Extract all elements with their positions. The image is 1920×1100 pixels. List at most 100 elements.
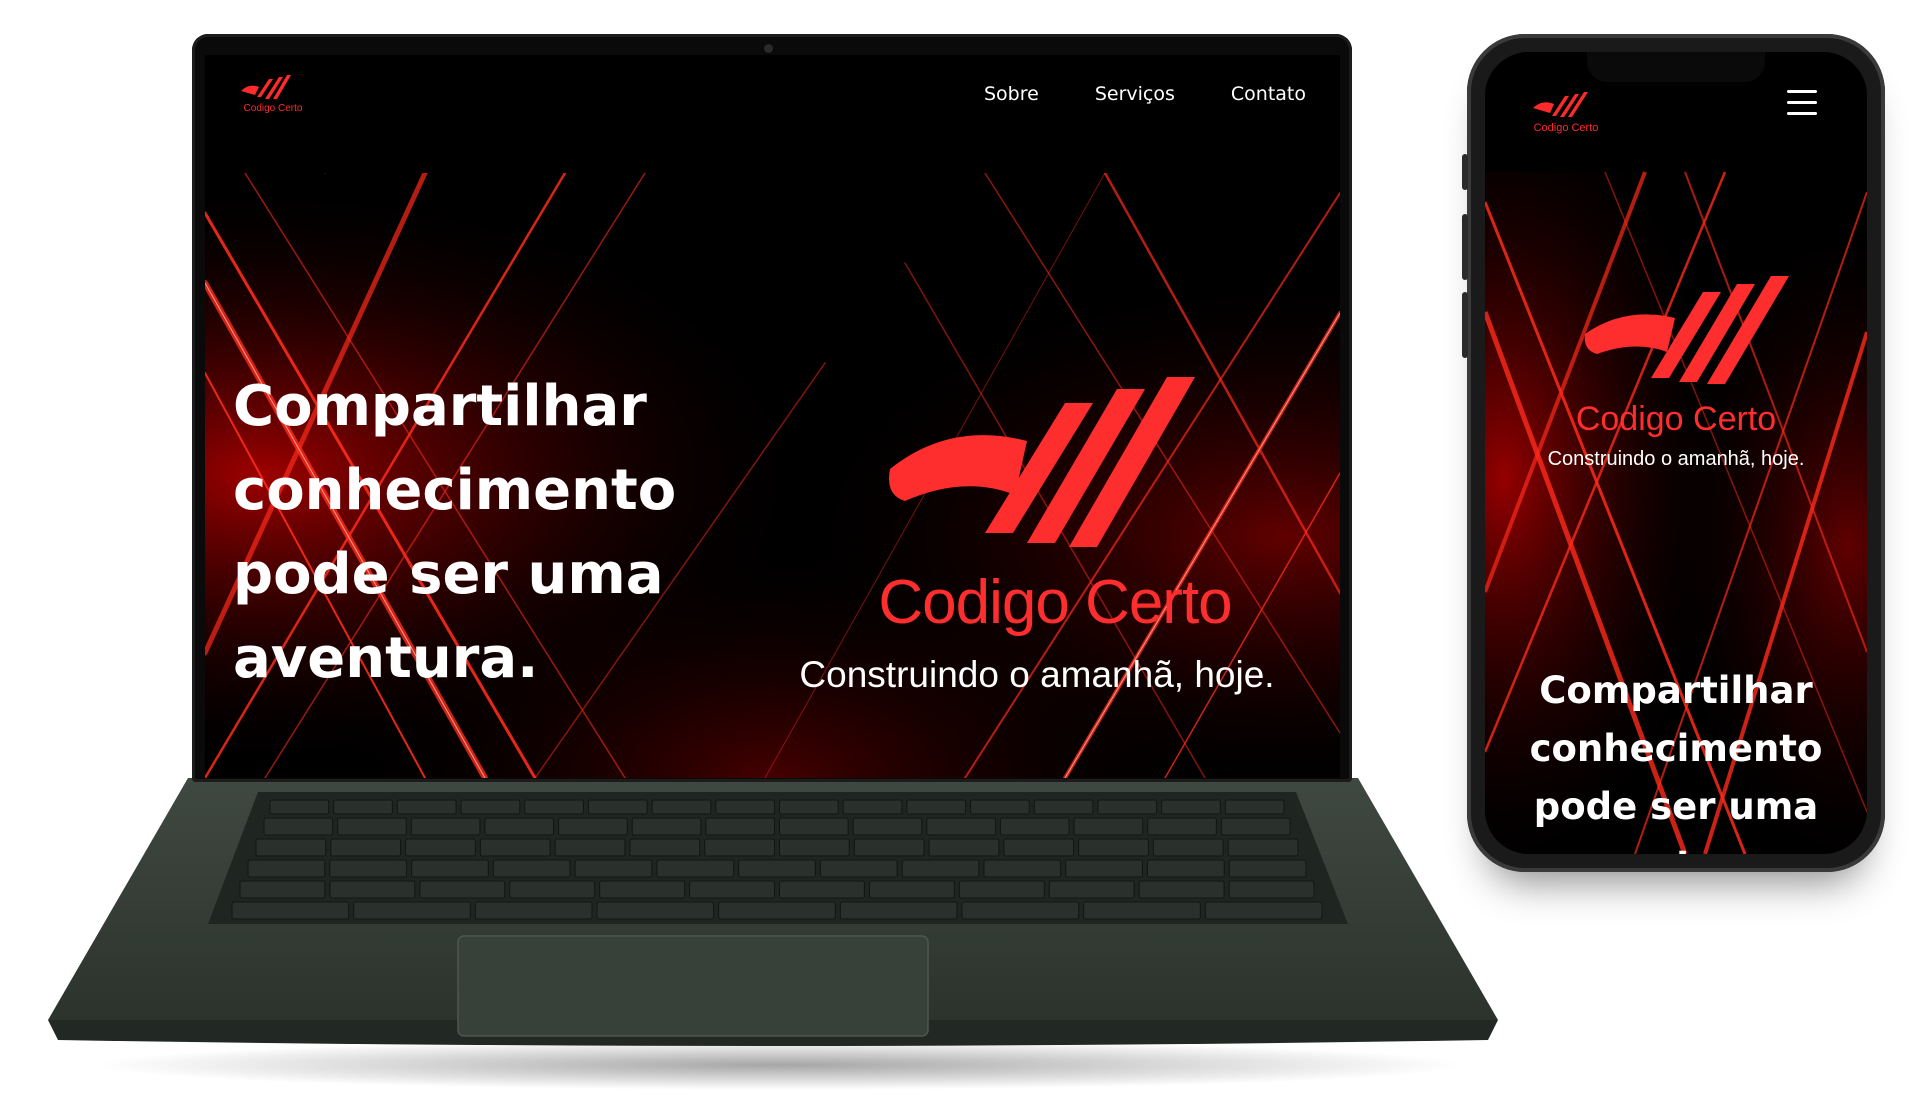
keyboard-key [970,799,1030,815]
keyboard-key [842,799,903,815]
keyboard-key [779,880,865,899]
hero-section: Compartilhar conhecimento pode ser uma a… [205,173,1340,778]
keyboard-key [247,859,326,878]
keyboard-key [1097,799,1158,815]
keyboard-key [492,859,571,878]
keyboard-key [587,799,648,815]
phone-volume-down [1462,292,1468,358]
keyboard-key [704,838,776,857]
site-header: Codigo Certo Sobre Serviços Contato [205,55,1340,173]
keyboard-key [852,817,923,836]
mobile-header-logo[interactable]: Codigo Certo [1525,84,1605,144]
hero-logo-tagline: Construindo o amanhã, hoje. [799,654,1275,695]
keyboard-key [983,859,1062,878]
keyboard-key [1152,838,1224,857]
keyboard-key [474,901,593,920]
keyboard-key [1073,817,1144,836]
nav-contato[interactable]: Contato [1231,83,1306,105]
mobile-hero-logo: Codigo Certo Construindo o amanhã, hoje. [1485,262,1867,492]
keyboard-key [330,838,402,857]
keyboard-key [239,880,326,899]
headline-line: conhecimento [233,458,677,523]
keyboard-key [1083,901,1201,920]
keyboard-key [999,817,1070,836]
header-logo[interactable]: Codigo Certo [235,69,305,121]
keyboard-key [524,799,584,815]
hero-headline: Compartilhar conhecimento pode ser uma a… [233,365,733,701]
keyboard-key [656,859,735,878]
keyboard-key [509,880,596,899]
keyboard-key [1065,859,1143,878]
trackpad[interactable] [457,935,929,1037]
keyboard-key [928,838,1000,857]
keyboard-key [337,817,407,836]
mobile-header-logo-text: Codigo Certo [1533,122,1599,134]
keyboard-key [479,838,551,857]
keyboard-key [906,799,967,815]
main-navigation: Sobre Serviços Contato [984,83,1306,105]
phone-device: Codigo Certo Codigo Certo Construindo o … [1462,34,1885,872]
keyboard-key [738,859,816,878]
keyboard-key [1033,799,1094,815]
keyboard-key [329,859,408,878]
keyboard-key [231,901,350,920]
keyboard-key [263,817,334,836]
keyboard-key [853,838,925,857]
keyboard-key [1078,838,1149,857]
header-logo-text: Codigo Certo [243,103,303,114]
headline-line: conhecimento [1529,727,1823,770]
logo-mark-icon [1533,92,1588,117]
phone-mute-switch [1462,154,1468,190]
hamburger-menu-icon[interactable] [1787,90,1817,116]
headline-line: aventura. [233,626,539,691]
nav-servicos[interactable]: Serviços [1095,83,1175,105]
mobile-website-viewport: Codigo Certo Codigo Certo Construindo o … [1485,52,1867,854]
keyboard-key [779,799,839,815]
keyboard-key [269,799,330,815]
keyboard-key [1003,838,1075,857]
keyboard-key [651,799,712,815]
keyboard-key [411,859,489,878]
keyboard-key [819,859,898,878]
headline-line: pode ser uma [1533,785,1819,828]
keyboard-key [1147,817,1217,836]
mobile-hero-headline: Compartilhar conhecimento pode ser uma a… [1485,662,1867,854]
keyboard-key [405,838,476,857]
keyboard-key [329,880,416,899]
logo-mark-icon [1584,276,1789,384]
hero-logo-title: Codigo Certo [878,568,1232,637]
mobile-hero-logo-title: Codigo Certo [1575,400,1777,438]
keyboard-key [353,901,471,920]
keyboard-key [868,880,955,899]
keyboard-key [1220,817,1291,836]
keyboard-key [631,817,702,836]
keyboard-key [901,859,980,878]
keyboard-key [419,880,506,899]
keyboard-key [558,817,628,836]
hero-logo: Codigo Certo Construindo o amanhã, hoje. [765,323,1325,703]
keyboard-key [705,817,775,836]
desktop-website-viewport: Codigo Certo Sobre Serviços Contato Comp… [205,55,1340,778]
keyboard-key [839,901,958,920]
phone-notch [1587,52,1765,82]
keyboard-key [1204,901,1323,920]
keyboard-key [410,817,481,836]
keyboard-key [596,901,715,920]
laptop-display: Codigo Certo Sobre Serviços Contato Comp… [192,34,1352,782]
keyboard-key [396,799,457,815]
headline-line: Compartilhar [1539,669,1813,712]
logo-mark-icon [889,377,1195,547]
keyboard-key [333,799,393,815]
keyboard-key [629,838,701,857]
laptop-webcam [764,44,773,53]
keyboard-key [460,799,521,815]
keyboard-key [255,838,327,857]
keyboard-key [779,817,849,836]
headline-line: Compartilhar [233,374,647,439]
keyboard-key [1228,859,1307,878]
keyboard-key [1228,880,1315,899]
nav-sobre[interactable]: Sobre [984,83,1039,105]
keyboard-key [961,901,1080,920]
keyboard-key [779,838,850,857]
keyboard-key [1227,838,1299,857]
